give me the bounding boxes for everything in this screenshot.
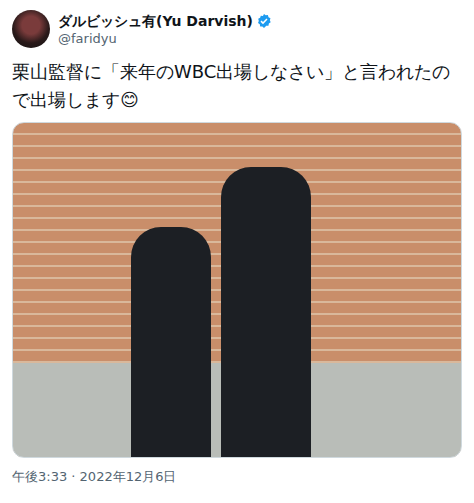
user-names: ダルビッシュ有(Yu Darvish)@faridyu (58, 12, 272, 47)
avatar-icon[interactable] (12, 10, 50, 48)
tweet-header: ダルビッシュ有(Yu Darvish)@faridyu (12, 10, 462, 48)
person-right-icon (221, 167, 311, 457)
tweet-card: ダルビッシュ有(Yu Darvish)@faridyu 栗山監督に「来年のWBC出… (0, 0, 474, 486)
user-handle[interactable]: @faridyu (58, 30, 272, 47)
tweet-text: 栗山監督に「来年のWBC出場しなさい」と言われたので出場します😊 (12, 58, 462, 114)
verified-icon (256, 13, 272, 29)
person-left-icon (131, 227, 211, 457)
tweet-photo[interactable] (12, 122, 462, 458)
name-row: ダルビッシュ有(Yu Darvish) (58, 12, 272, 30)
tweet-timestamp[interactable]: 午後3:33 · 2022年12月6日 (12, 468, 462, 486)
user-name[interactable]: ダルビッシュ有(Yu Darvish) (58, 12, 253, 30)
